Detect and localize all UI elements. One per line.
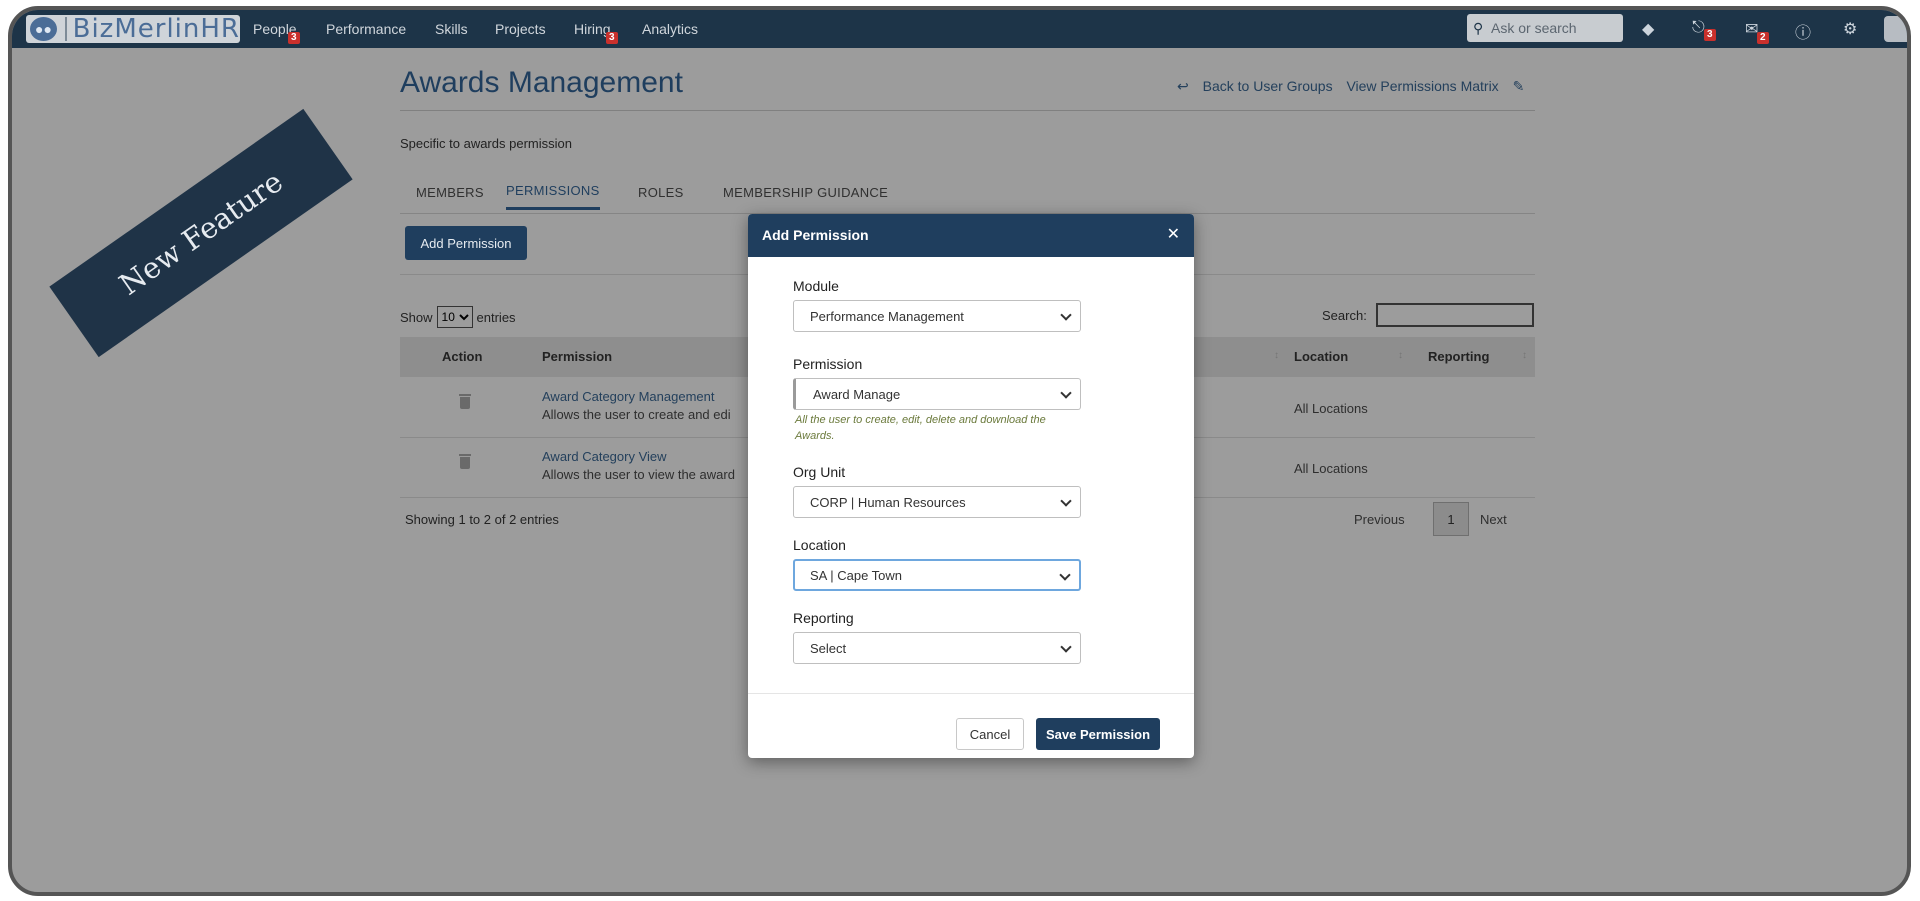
global-search-placeholder: Ask or search bbox=[1491, 20, 1577, 36]
reporting-label: Reporting bbox=[793, 610, 854, 626]
back-arrow-icon: ↩ bbox=[1177, 78, 1189, 94]
permission-name-link[interactable]: Award Category View bbox=[542, 449, 667, 464]
sort-icon[interactable]: ↕ bbox=[1522, 350, 1527, 361]
permission-label: Permission bbox=[793, 356, 863, 372]
trash-icon[interactable] bbox=[459, 394, 471, 409]
permission-select[interactable]: Award Manage bbox=[793, 378, 1081, 410]
global-search-input[interactable]: ⚲ Ask or search bbox=[1467, 14, 1623, 42]
col-permission[interactable]: Permission bbox=[542, 349, 612, 364]
page-subtitle: Specific to awards permission bbox=[400, 136, 572, 151]
brand-logo[interactable]: ●● BizMerlinHR bbox=[26, 14, 240, 44]
view-permissions-matrix-link[interactable]: View Permissions Matrix bbox=[1346, 78, 1498, 94]
tab-permissions[interactable]: PERMISSIONS bbox=[506, 183, 600, 210]
pagination-next[interactable]: Next bbox=[1480, 512, 1507, 527]
permission-description: Allows the user to create and edi bbox=[542, 407, 731, 422]
org-unit-select[interactable]: CORP | Human Resources bbox=[793, 486, 1081, 518]
modal-footer-divider bbox=[748, 693, 1194, 694]
module-value: Performance Management bbox=[810, 308, 964, 324]
help-icon[interactable]: ⓘ bbox=[1795, 19, 1811, 43]
show-label: Show bbox=[400, 309, 433, 325]
tab-bar: MEMBERS PERMISSIONS ROLES MEMBERSHIP GUI… bbox=[400, 175, 1535, 214]
permission-value: Award Manage bbox=[813, 386, 901, 402]
module-select[interactable]: Performance Management bbox=[793, 300, 1081, 332]
app-window: ●● BizMerlinHR People 3 Performance Skil… bbox=[8, 6, 1911, 896]
permission-description: Allows the user to view the award bbox=[542, 467, 735, 482]
reporting-select[interactable]: Select bbox=[793, 632, 1081, 664]
brand-divider bbox=[65, 17, 67, 41]
add-permission-button[interactable]: Add Permission bbox=[405, 226, 527, 260]
back-to-user-groups-link[interactable]: Back to User Groups bbox=[1203, 78, 1333, 94]
nav-hiring-badge: 3 bbox=[606, 32, 618, 44]
nav-people-badge: 3 bbox=[288, 32, 300, 44]
avatar[interactable] bbox=[1884, 16, 1907, 42]
ribbon-text: New Feature bbox=[113, 164, 289, 302]
brand-name: BizMerlinHR bbox=[72, 14, 240, 44]
chevron-down-icon bbox=[1060, 641, 1072, 653]
col-action[interactable]: Action bbox=[442, 349, 482, 364]
chevron-down-icon bbox=[1060, 387, 1072, 399]
sort-icon[interactable]: ↕ bbox=[1274, 350, 1279, 361]
org-unit-label: Org Unit bbox=[793, 464, 846, 480]
nav-performance[interactable]: Performance bbox=[326, 21, 406, 37]
reporting-value: Select bbox=[810, 640, 847, 656]
tab-roles[interactable]: ROLES bbox=[638, 185, 684, 200]
title-divider bbox=[400, 110, 1535, 111]
new-feature-ribbon: New Feature bbox=[49, 108, 353, 358]
col-location[interactable]: Location bbox=[1294, 349, 1348, 364]
pagination-previous[interactable]: Previous bbox=[1354, 512, 1405, 527]
location-value: SA | Cape Town bbox=[810, 567, 903, 583]
nav-analytics[interactable]: Analytics bbox=[642, 21, 698, 37]
bell-icon[interactable]: ⎋ bbox=[1692, 19, 1705, 37]
entries-control: Show 10 entries bbox=[400, 306, 516, 328]
save-permission-button[interactable]: Save Permission bbox=[1036, 718, 1160, 750]
entries-select[interactable]: 10 bbox=[436, 306, 473, 328]
nav-projects[interactable]: Projects bbox=[495, 21, 546, 37]
tab-members[interactable]: MEMBERS bbox=[416, 185, 484, 200]
layers-icon[interactable]: ◆ bbox=[1642, 19, 1654, 39]
chevron-down-icon bbox=[1059, 569, 1071, 581]
top-navbar: ●● BizMerlinHR People 3 Performance Skil… bbox=[12, 10, 1907, 48]
modal-title: Add Permission bbox=[762, 227, 869, 243]
trash-icon[interactable] bbox=[459, 454, 471, 469]
location-select[interactable]: SA | Cape Town bbox=[793, 559, 1081, 591]
modal-header: Add Permission ✕ bbox=[748, 214, 1194, 257]
table-search-label: Search: bbox=[1322, 308, 1367, 323]
permission-name-link[interactable]: Award Category Management bbox=[542, 389, 714, 404]
users-logo-icon: ●● bbox=[30, 17, 58, 41]
top-links: ↩ Back to User Groups View Permissions M… bbox=[1177, 78, 1534, 95]
mail-badge: 2 bbox=[1757, 32, 1769, 44]
table-search-input[interactable] bbox=[1376, 303, 1534, 327]
tab-membership-guidance[interactable]: MEMBERSHIP GUIDANCE bbox=[723, 185, 888, 200]
pagination-page[interactable]: 1 bbox=[1433, 502, 1469, 536]
org-unit-value: CORP | Human Resources bbox=[810, 494, 966, 510]
cancel-button[interactable]: Cancel bbox=[956, 718, 1024, 750]
module-label: Module bbox=[793, 278, 839, 294]
add-permission-modal: Add Permission ✕ Module Performance Mana… bbox=[748, 214, 1194, 758]
permission-hint: All the user to create, edit, delete and… bbox=[795, 414, 1046, 442]
gear-icon[interactable]: ⚙ bbox=[1843, 19, 1857, 39]
sort-icon[interactable]: ↕ bbox=[1398, 350, 1403, 361]
location-cell: All Locations bbox=[1294, 461, 1368, 476]
location-cell: All Locations bbox=[1294, 401, 1368, 416]
chevron-down-icon bbox=[1060, 495, 1072, 507]
search-icon: ⚲ bbox=[1473, 19, 1484, 36]
col-reporting[interactable]: Reporting bbox=[1428, 349, 1489, 364]
table-info: Showing 1 to 2 of 2 entries bbox=[405, 512, 559, 527]
page-title: Awards Management bbox=[400, 66, 683, 99]
chevron-down-icon bbox=[1060, 309, 1072, 321]
bell-badge: 3 bbox=[1704, 29, 1716, 41]
nav-skills[interactable]: Skills bbox=[435, 21, 468, 37]
entries-label: entries bbox=[476, 309, 516, 325]
close-icon[interactable]: ✕ bbox=[1167, 224, 1180, 244]
location-label: Location bbox=[793, 537, 846, 553]
pencil-icon[interactable]: ✎ bbox=[1513, 78, 1525, 94]
